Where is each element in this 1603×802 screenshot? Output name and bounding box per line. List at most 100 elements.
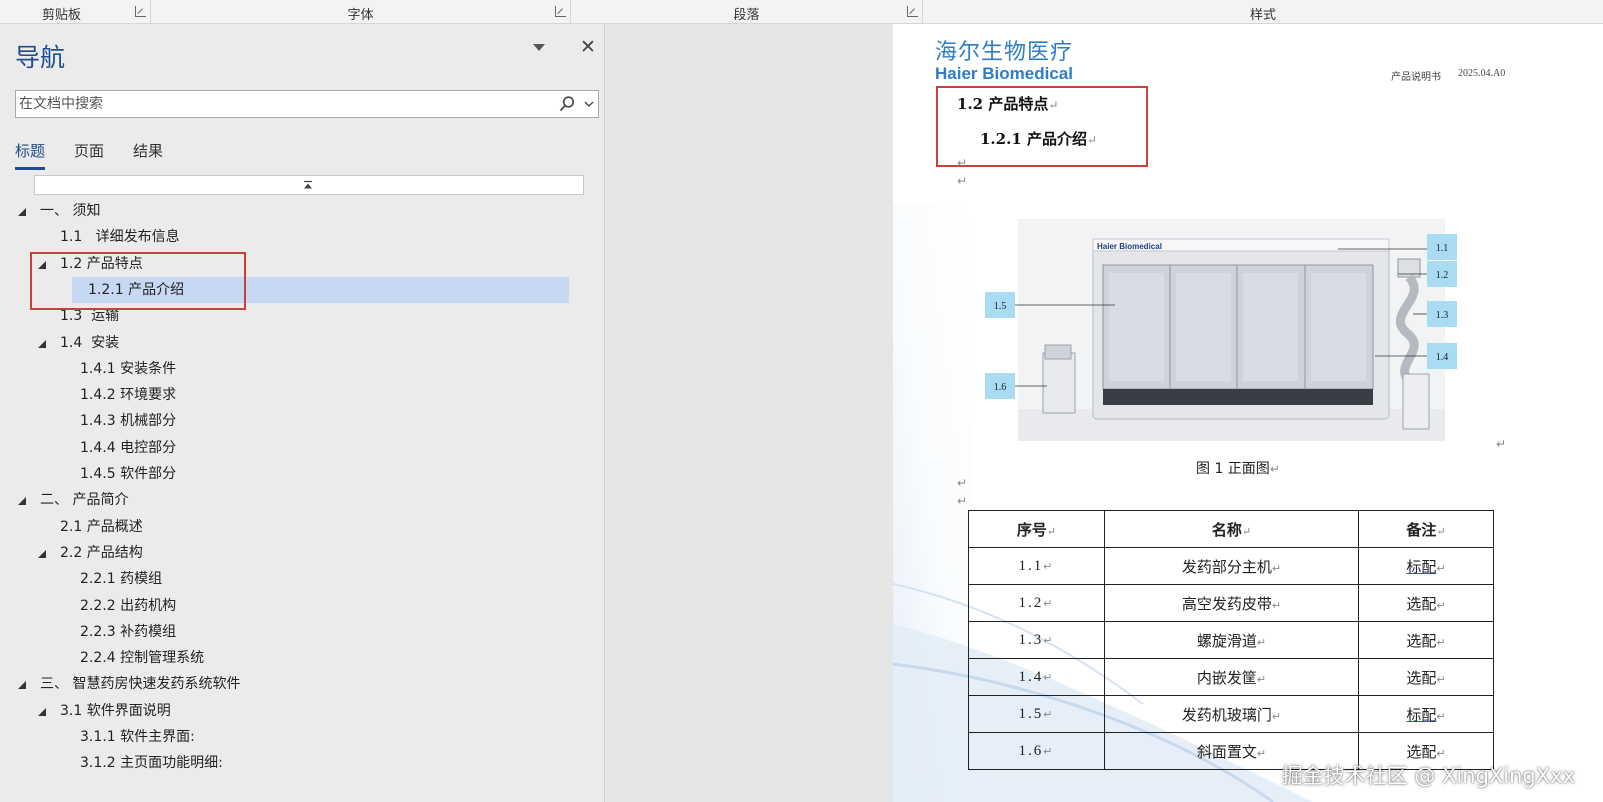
paragraph-mark-icon: ↵ — [957, 494, 968, 508]
nav-heading-label: 二、 产品简介 — [40, 492, 129, 509]
nav-heading-item[interactable]: 2.2.2 出药机构 — [0, 593, 600, 619]
nav-heading-item[interactable]: 1.4 安装 — [0, 330, 600, 356]
cell-mark-icon: ↵ — [1256, 746, 1267, 760]
nav-heading-item[interactable]: 3.1.2 主页面功能明细: — [0, 750, 600, 776]
nav-heading-label: 1.4.2 环境要求 — [80, 387, 177, 404]
nav-heading-item[interactable]: 1.2.1 产品介绍 — [72, 276, 569, 303]
table-cell[interactable]: 选配↵ — [1358, 658, 1494, 696]
table-cell[interactable]: 发药机玻璃门↵ — [1104, 695, 1359, 733]
dialog-launcher-icon[interactable] — [135, 6, 146, 17]
cell-mark-icon: ↵ — [1241, 524, 1252, 538]
figure-caption[interactable]: 图 1 正面图↵ — [1196, 458, 1280, 478]
parts-table: 序号↵ 名称↵ 备注↵ 1.1↵ 发药部分主机↵ 标配↵ 1.2↵ 高空发药皮带↵ 选配↵… — [968, 510, 1494, 770]
expand-triangle-icon[interactable] — [38, 339, 46, 348]
nav-heading-item[interactable]: 2.1 产品概述 — [0, 514, 600, 540]
table-cell[interactable]: 1.6↵ — [968, 732, 1105, 770]
expand-triangle-icon[interactable] — [38, 707, 46, 716]
nav-heading-label: 2.2 产品结构 — [60, 544, 143, 561]
cell-text: 1.1 — [1018, 557, 1044, 574]
nav-heading-item[interactable]: 1.4.3 机械部分 — [0, 408, 600, 434]
cell-mark-icon: ↵ — [1043, 560, 1055, 573]
expand-triangle-icon[interactable] — [18, 497, 26, 506]
nav-heading-label: 2.2.2 出药机构 — [80, 597, 177, 614]
nav-heading-item[interactable]: 1.2 产品特点 — [0, 251, 600, 277]
expand-triangle-icon[interactable] — [38, 260, 46, 269]
callout-label: 1.4 — [1436, 352, 1449, 363]
search-box — [15, 90, 599, 118]
nav-heading-item[interactable]: 1.4.2 环境要求 — [0, 382, 600, 408]
table-cell[interactable]: 发药部分主机↵ — [1104, 547, 1359, 585]
table-cell[interactable]: 选配↵ — [1358, 621, 1494, 659]
cell-text: 标配 — [1406, 557, 1437, 576]
figure-brand-text: Haier Biomedical — [1097, 242, 1162, 251]
header-version: 2025.04.A0 — [1458, 68, 1506, 79]
table-cell[interactable]: 1.1↵ — [968, 547, 1105, 585]
cell-mark-icon: ↵ — [1043, 745, 1055, 758]
ribbon-group-label: 样式 — [1249, 8, 1276, 23]
heading-1-2[interactable]: 1.2 产品特点↵ — [957, 93, 1058, 114]
callout-1-1: 1.1 — [1427, 234, 1457, 260]
nav-heading-item[interactable]: 一、 须知 — [0, 198, 600, 224]
figure-caption-text: 图 1 正面图 — [1196, 461, 1270, 477]
nav-heading-label: 一、 须知 — [40, 203, 101, 219]
cell-mark-icon: ↵ — [1043, 597, 1055, 610]
cell-mark-icon: ↵ — [1436, 746, 1446, 760]
table-cell[interactable]: 标配↵ — [1358, 695, 1494, 733]
nav-heading-label: 1.4 安装 — [60, 334, 120, 351]
watermark-text: 掘金技术社区 @ XingXingXxx — [1281, 764, 1575, 788]
document-page[interactable]: 海尔生物医疗 Haier Biomedical 产品说明书 2025.04.A0… — [893, 24, 1603, 802]
expand-triangle-icon[interactable] — [18, 208, 26, 216]
chevron-down-icon[interactable] — [582, 96, 596, 112]
callout-label: 1.5 — [994, 301, 1007, 312]
heading-1-2-1[interactable]: 1.2.1 产品介绍↵ — [980, 128, 1097, 149]
table-header-cell[interactable]: 序号↵ — [968, 510, 1105, 548]
table-body: 1.1↵ 发药部分主机↵ 标配↵ 1.2↵ 高空发药皮带↵ 选配↵ 1.3↵ 螺旋滑道↵ 选配↵… — [968, 547, 1494, 770]
nav-heading-item[interactable]: 1.4.1 安装条件 — [0, 356, 600, 382]
cell-text: 内嵌发筐 — [1196, 668, 1257, 687]
nav-heading-item[interactable]: 二、 产品简介 — [0, 487, 600, 513]
tab-pages[interactable]: 页面 — [74, 140, 104, 167]
table-cell[interactable]: 1.2↵ — [968, 584, 1105, 622]
tab-results[interactable]: 结果 — [133, 140, 163, 167]
table-header-cell[interactable]: 名称↵ — [1104, 510, 1359, 548]
nav-heading-label: 1.4.5 软件部分 — [80, 466, 177, 482]
table-cell[interactable]: 1.3↵ — [968, 621, 1105, 659]
table-cell[interactable]: 1.4↵ — [968, 658, 1105, 696]
nav-heading-item[interactable]: 2.2.4 控制管理系统 — [0, 645, 600, 671]
nav-heading-item[interactable]: 1.1 详细发布信息 — [0, 224, 600, 250]
nav-heading-item[interactable]: 3.1.1 软件主界面: — [0, 724, 600, 750]
expand-triangle-icon[interactable] — [18, 681, 26, 690]
nav-heading-item[interactable]: 1.4.5 软件部分 — [0, 461, 600, 487]
table-cell[interactable]: 选配↵ — [1358, 584, 1494, 622]
table-row: 1.3↵ 螺旋滑道↵ 选配↵ — [968, 621, 1494, 659]
nav-heading-item[interactable]: 2.2 产品结构 — [0, 540, 600, 566]
cell-text: 选配 — [1406, 631, 1437, 650]
nav-heading-item[interactable]: 三、 智慧药房快速发药系统软件 — [0, 671, 600, 697]
nav-heading-item[interactable]: 1.4.4 电控部分 — [0, 435, 600, 461]
tab-headings[interactable]: 标题 — [15, 140, 46, 170]
cell-text: 选配 — [1406, 668, 1437, 687]
callout-1-3: 1.3 — [1427, 301, 1457, 327]
search-input[interactable] — [19, 94, 539, 114]
cell-text: 1.2 — [1018, 594, 1044, 611]
nav-heading-item[interactable]: 2.2.1 药模组 — [0, 566, 600, 592]
nav-heading-item[interactable]: 3.1 软件界面说明 — [0, 698, 600, 724]
table-cell[interactable]: 内嵌发筐↵ — [1104, 658, 1359, 696]
table-cell[interactable]: 1.5↵ — [968, 695, 1105, 733]
dialog-launcher-icon[interactable] — [907, 6, 918, 17]
expand-triangle-icon[interactable] — [38, 549, 46, 558]
nav-heading-label: 2.1 产品概述 — [60, 518, 143, 535]
table-cell[interactable]: 高空发药皮带↵ — [1104, 584, 1359, 622]
table-cell[interactable]: 标配↵ — [1358, 547, 1494, 585]
search-icon[interactable] — [558, 95, 576, 113]
table-cell[interactable]: 螺旋滑道↵ — [1104, 621, 1359, 659]
nav-heading-item[interactable]: 1.3 运输 — [0, 303, 600, 329]
dialog-launcher-icon[interactable] — [555, 6, 566, 17]
nav-heading-item[interactable]: 2.2.3 补药模组 — [0, 619, 600, 645]
cell-text: 标配 — [1406, 705, 1437, 724]
close-icon[interactable]: ✕ — [580, 38, 596, 57]
table-header-cell[interactable]: 备注↵ — [1358, 510, 1494, 548]
collapse-all-bar[interactable] — [34, 175, 584, 195]
ribbon-group-paragraph: 段落 — [571, 0, 923, 24]
chevron-down-icon[interactable] — [533, 44, 545, 51]
